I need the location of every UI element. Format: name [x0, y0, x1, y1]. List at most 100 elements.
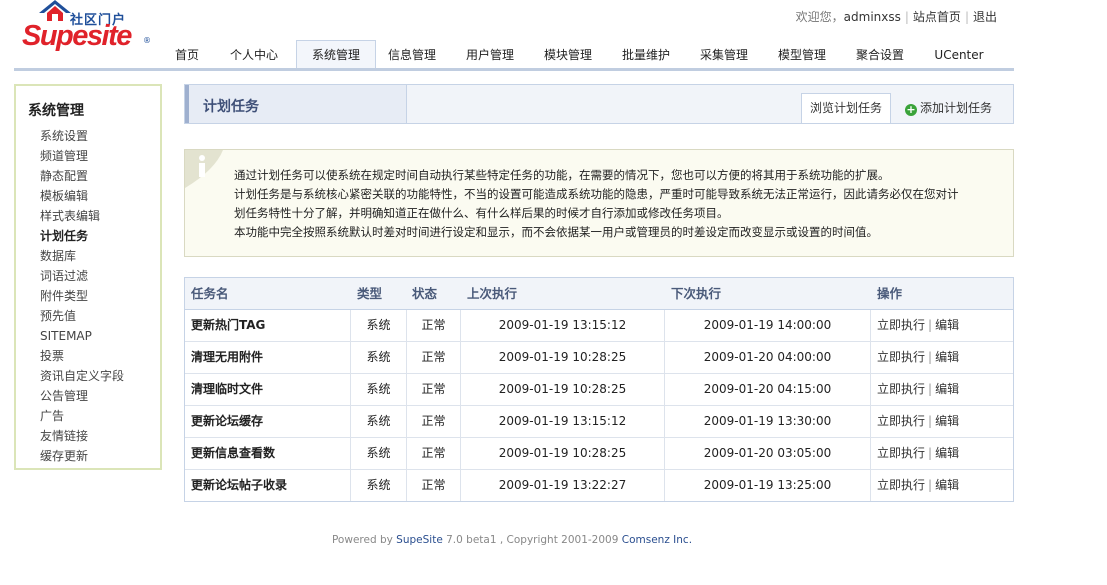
task-type-cell: 系统 — [351, 438, 407, 469]
run-now-link[interactable]: 立即执行 — [877, 446, 925, 460]
nav-tab-ucenter[interactable]: UCenter — [926, 40, 992, 70]
sidebar-item-sitemap[interactable]: SITEMAP — [40, 326, 124, 346]
sidebar-item-channels[interactable]: 频道管理 — [40, 146, 124, 166]
sidebar-item-system-settings[interactable]: 系统设置 — [40, 126, 124, 146]
site-home-link[interactable]: 站点首页 — [913, 10, 961, 24]
tab-browse-cron[interactable]: 浏览计划任务 — [801, 93, 891, 123]
nav-tab-system[interactable]: 系统管理 — [296, 40, 376, 70]
nav-tab-collect[interactable]: 采集管理 — [692, 40, 756, 70]
task-last-run-cell: 2009-01-19 10:28:25 — [461, 438, 665, 469]
sidebar-item-ads[interactable]: 广告 — [40, 406, 124, 426]
sidebar-item-database[interactable]: 数据库 — [40, 246, 124, 266]
tab-add-cron[interactable]: + 添加计划任务 — [905, 93, 992, 123]
task-name-cell: 更新信息查看数 — [185, 438, 351, 469]
task-actions-cell: 立即执行 | 编辑 — [877, 318, 960, 332]
edit-link[interactable]: 编辑 — [935, 414, 959, 428]
footer-company[interactable]: Comsenz Inc. — [622, 534, 692, 546]
run-now-link[interactable]: 立即执行 — [877, 318, 925, 332]
sidebar-item-cron[interactable]: 计划任务 — [40, 226, 124, 246]
task-last-run-cell: 2009-01-19 10:28:25 — [461, 342, 665, 373]
tab-add-cron-label: 添加计划任务 — [920, 101, 993, 115]
sidebar-menu: 系统设置 频道管理 静态配置 模板编辑 样式表编辑 计划任务 数据库 词语过滤 … — [40, 126, 124, 466]
nav-tab-home[interactable]: 首页 — [164, 40, 210, 70]
edit-link[interactable]: 编辑 — [935, 318, 959, 332]
task-status-cell: 正常 — [407, 406, 461, 437]
sidebar-item-cache-update[interactable]: 缓存更新 — [40, 446, 124, 466]
logo-reg-mark: ® — [143, 36, 151, 45]
username: adminxss — [843, 10, 901, 24]
panel-header: 计划任务 浏览计划任务 + 添加计划任务 — [184, 84, 1014, 124]
col-header-type: 类型 — [357, 286, 383, 301]
user-links: 欢迎您，adminxss | 站点首页 | 退出 — [795, 10, 997, 24]
col-header-next-run: 下次执行 — [671, 286, 722, 301]
task-last-run-cell: 2009-01-19 13:22:27 — [461, 470, 665, 501]
task-type-cell: 系统 — [351, 406, 407, 437]
task-next-run-cell: 2009-01-20 03:05:00 — [665, 438, 871, 469]
footer: Powered by SupeSite 7.0 beta1 , Copyrigh… — [0, 534, 1024, 546]
task-status-cell: 正常 — [407, 310, 461, 341]
nav-tab-model[interactable]: 模型管理 — [770, 40, 834, 70]
footer-version: 7.0 beta1 , Copyright 2001-2009 — [442, 534, 622, 546]
task-type-cell: 系统 — [351, 374, 407, 405]
run-now-link[interactable]: 立即执行 — [877, 414, 925, 428]
nav-tab-aggregate[interactable]: 聚合设置 — [848, 40, 912, 70]
info-line: 计划任务是与系统核心紧密关联的功能特性，不当的设置可能造成系统功能的隐患，严重时… — [234, 187, 959, 201]
site-logo[interactable]: 社区门户 Supesite ® — [22, 0, 151, 52]
task-actions-cell: 立即执行 | 编辑 — [877, 414, 960, 428]
col-header-name: 任务名 — [191, 286, 229, 301]
footer-brand[interactable]: SupeSite — [396, 534, 443, 546]
task-actions-cell: 立即执行 | 编辑 — [877, 382, 960, 396]
run-now-link[interactable]: 立即执行 — [877, 350, 925, 364]
sidebar-item-word-filter[interactable]: 词语过滤 — [40, 266, 124, 286]
page-title: 计划任务 — [203, 99, 259, 115]
edit-link[interactable]: 编辑 — [935, 382, 959, 396]
task-type-cell: 系统 — [351, 342, 407, 373]
plus-icon: + — [905, 103, 917, 116]
nav-tab-modules[interactable]: 模块管理 — [536, 40, 600, 70]
nav-tab-users[interactable]: 用户管理 — [458, 40, 522, 70]
task-last-run-cell: 2009-01-19 10:28:25 — [461, 374, 665, 405]
task-last-run-cell: 2009-01-19 13:15:12 — [461, 406, 665, 437]
task-last-run-cell: 2009-01-19 13:15:12 — [461, 310, 665, 341]
info-text: 通过计划任务可以使系统在规定时间自动执行某些特定任务的功能，在需要的情况下，您也… — [234, 166, 1004, 242]
sidebar-item-template-edit[interactable]: 模板编辑 — [40, 186, 124, 206]
sidebar-item-presets[interactable]: 预先值 — [40, 306, 124, 326]
task-actions-cell: 立即执行 | 编辑 — [877, 478, 960, 492]
nav-tab-batch[interactable]: 批量维护 — [614, 40, 678, 70]
info-icon — [185, 150, 223, 188]
sidebar-item-custom-fields[interactable]: 资讯自定义字段 — [40, 366, 124, 386]
nav-tab-personal[interactable]: 个人中心 — [218, 40, 290, 70]
table-row: 清理无用附件 系统 正常 2009-01-19 10:28:25 2009-01-20 … — [185, 342, 1013, 374]
sidebar-item-friend-links[interactable]: 友情链接 — [40, 426, 124, 446]
sidebar-item-announcements[interactable]: 公告管理 — [40, 386, 124, 406]
task-name-cell: 更新论坛缓存 — [185, 406, 351, 437]
sidebar-item-poll[interactable]: 投票 — [40, 346, 124, 366]
house-logo-icon — [39, 0, 71, 21]
panel-title-box: 计划任务 — [189, 85, 407, 123]
nav-tab-info[interactable]: 信息管理 — [380, 40, 444, 70]
sidebar-item-static-config[interactable]: 静态配置 — [40, 166, 124, 186]
edit-link[interactable]: 编辑 — [935, 446, 959, 460]
edit-link[interactable]: 编辑 — [935, 350, 959, 364]
run-now-link[interactable]: 立即执行 — [877, 382, 925, 396]
sidebar-title: 系统管理 — [28, 103, 84, 119]
info-line: 通过计划任务可以使系统在规定时间自动执行某些特定任务的功能，在需要的情况下，您也… — [234, 168, 890, 182]
nav-underline — [14, 68, 1014, 71]
sidebar-item-attach-types[interactable]: 附件类型 — [40, 286, 124, 306]
task-status-cell: 正常 — [407, 470, 461, 501]
table-header: 任务名 类型 状态 上次执行 下次执行 操作 — [185, 278, 1013, 310]
sidebar-item-css-edit[interactable]: 样式表编辑 — [40, 206, 124, 226]
info-box: 通过计划任务可以使系统在规定时间自动执行某些特定任务的功能，在需要的情况下，您也… — [184, 149, 1014, 257]
table-row: 清理临时文件 系统 正常 2009-01-19 10:28:25 2009-01-20 … — [185, 374, 1013, 406]
logout-link[interactable]: 退出 — [973, 10, 997, 24]
col-header-status: 状态 — [412, 286, 438, 301]
run-now-link[interactable]: 立即执行 — [877, 478, 925, 492]
task-next-run-cell: 2009-01-19 14:00:00 — [665, 310, 871, 341]
task-status-cell: 正常 — [407, 438, 461, 469]
task-actions-cell: 立即执行 | 编辑 — [877, 446, 960, 460]
task-next-run-cell: 2009-01-19 13:30:00 — [665, 406, 871, 437]
table-row: 更新论坛缓存 系统 正常 2009-01-19 13:15:12 2009-01-19 … — [185, 406, 1013, 438]
edit-link[interactable]: 编辑 — [935, 478, 959, 492]
task-status-cell: 正常 — [407, 374, 461, 405]
table-row: 更新热门TAG 系统 正常 2009-01-19 13:15:12 2009-01-19… — [185, 310, 1013, 342]
